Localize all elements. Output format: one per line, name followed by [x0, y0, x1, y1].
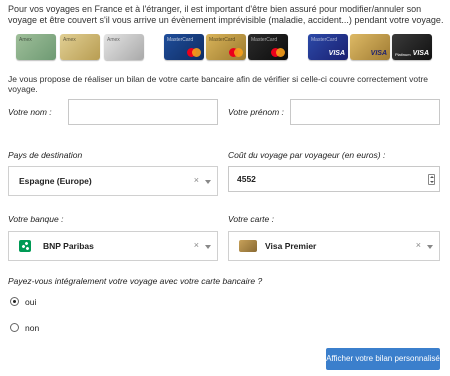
mastercard-card-mark: MasterCard	[251, 37, 278, 43]
bnp-logo-icon	[19, 240, 31, 252]
cout-label: Coût du voyage par voyageur (en euros) :	[228, 150, 386, 160]
mastercard-logo-icon	[187, 48, 201, 57]
clear-carte-icon[interactable]: ×	[416, 240, 421, 250]
clear-banque-icon[interactable]: ×	[194, 240, 199, 250]
payment-question: Payez-vous intégralement votre voyage av…	[8, 276, 263, 286]
carte-label: Votre carte :	[228, 214, 274, 224]
amex-card-mark: Amex	[107, 37, 120, 43]
radio-oui[interactable]	[10, 297, 19, 306]
banque-value: BNP Paribas	[43, 241, 94, 251]
banque-label: Votre banque :	[8, 214, 64, 224]
amex-card-mark: Amex	[19, 37, 32, 43]
chevron-down-icon	[427, 245, 433, 249]
mastercard-black-card: MasterCard	[248, 34, 288, 60]
mastercard-gold-card: MasterCard	[206, 34, 246, 60]
clear-destination-icon[interactable]: ×	[194, 175, 199, 185]
destination-select[interactable]: Espagne (Europe) ×	[8, 166, 218, 196]
radio-non[interactable]	[10, 323, 19, 332]
subtitle-text: Je vous propose de réaliser un bilan de …	[8, 74, 429, 94]
mastercard-logo-icon	[271, 48, 285, 57]
carte-select[interactable]: Visa Premier ×	[228, 231, 440, 261]
platinum-card-mark: Platinum	[395, 52, 411, 57]
nom-label: Votre nom :	[8, 107, 52, 117]
nom-input[interactable]	[68, 99, 218, 125]
prenom-label: Votre prénom :	[228, 107, 284, 117]
destination-label: Pays de destination	[8, 150, 83, 160]
banque-select[interactable]: BNP Paribas ×	[8, 231, 218, 261]
number-stepper-icon[interactable]	[428, 174, 435, 185]
amex-card-mark: Amex	[63, 37, 76, 43]
visa-logo-icon: VISA	[412, 50, 429, 57]
amex-platinum-card: Amex	[104, 34, 144, 60]
mastercard-card-mark: MasterCard	[209, 37, 236, 43]
chevron-down-icon	[205, 245, 211, 249]
visa-platinum-card: Platinum VISA	[392, 34, 432, 60]
carte-value: Visa Premier	[265, 241, 317, 251]
visa-premier-card-icon	[239, 240, 257, 252]
radio-oui-label[interactable]: oui	[25, 297, 36, 307]
afficher-bilan-button[interactable]: Afficher votre bilan personnalisé	[326, 348, 440, 370]
visa-blue-card: MasterCard VISA	[308, 34, 348, 60]
visa-gold-card: VISA	[350, 34, 390, 60]
visa-logo-icon: VISA	[328, 50, 345, 57]
mastercard-card-mark: MasterCard	[167, 37, 194, 43]
amex-green-card: Amex	[16, 34, 56, 60]
radio-non-label[interactable]: non	[25, 323, 39, 333]
prenom-input[interactable]	[290, 99, 440, 125]
cout-input[interactable]: 4552	[228, 166, 440, 192]
card-gallery: Amex Amex Amex MasterCard MasterCard Mas…	[0, 34, 450, 64]
cout-value: 4552	[237, 174, 256, 184]
mastercard-card-mark: MasterCard	[311, 37, 338, 43]
amex-gold-card: Amex	[60, 34, 100, 60]
mastercard-blue-card: MasterCard	[164, 34, 204, 60]
chevron-down-icon	[205, 180, 211, 184]
destination-value: Espagne (Europe)	[19, 176, 92, 186]
intro-text: Pour vos voyages en France et à l'étrang…	[8, 4, 444, 25]
mastercard-logo-icon	[229, 48, 243, 57]
visa-logo-icon: VISA	[370, 50, 387, 57]
